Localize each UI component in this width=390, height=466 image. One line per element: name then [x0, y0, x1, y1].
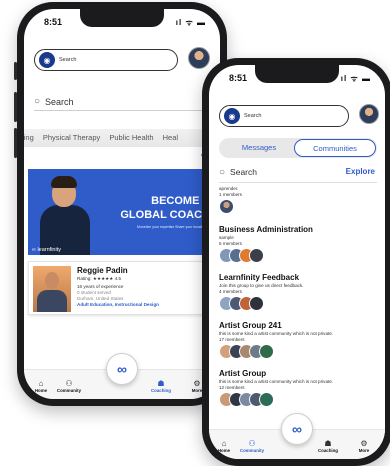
become-coach-banner[interactable]: BECOME A GLOBAL COACH Monetize your expe…: [28, 169, 216, 255]
top-bar: ◉ Search: [219, 103, 379, 129]
top-search-pill[interactable]: ◉ Search: [34, 49, 178, 71]
community-title: Business Administration: [219, 225, 313, 234]
search-icon: ◉: [39, 52, 55, 68]
community-icon: ⚇: [65, 379, 73, 388]
coach-illustration: [38, 175, 90, 255]
community-item[interactable]: Artist Group 241 this is some kind a art…: [219, 321, 379, 360]
tab-messages[interactable]: Messages: [219, 139, 299, 157]
search-input[interactable]: ○ Search: [219, 163, 323, 181]
front-phone-screen: 8:51 ıl ᯤ ▬ ◉ Search Messages Communitie…: [209, 65, 385, 459]
nav-more[interactable]: ⚙ More: [349, 439, 379, 453]
community-title: Artist Group: [219, 369, 267, 378]
coach-experience: 16 years of experience: [77, 283, 124, 289]
member-avatars: [219, 248, 379, 264]
phone-notch: [255, 65, 339, 83]
phone-side-button: [14, 92, 17, 122]
tab-communities[interactable]: Communities: [294, 139, 376, 157]
avatar: [259, 344, 274, 359]
search-icon: ○: [219, 166, 226, 178]
top-search-pill[interactable]: ◉ Search: [219, 105, 349, 127]
app-mockup-stage: 8:51 ıl ᯤ ▬ ◉ Search ○ Search ying Physi…: [0, 0, 390, 466]
coach-name: Reggie Padin: [77, 266, 128, 275]
home-icon: ⌂: [38, 379, 44, 388]
community-item[interactable]: aprender. 1 members: [219, 185, 379, 215]
profile-avatar[interactable]: [359, 104, 379, 124]
avatar: [219, 199, 234, 214]
learnfinity-logo: ∞ learnfinity: [32, 247, 61, 253]
top-bar: ◉ Search: [34, 47, 210, 73]
member-avatars: [219, 296, 379, 312]
community-item[interactable]: Artist Group this is some kind a artist …: [219, 369, 379, 408]
nav-coaching[interactable]: ☗ Coaching: [313, 439, 343, 453]
search-placeholder: Search: [230, 167, 257, 177]
community-description: Join this group to give us direct feedba…: [219, 283, 304, 288]
coaching-icon: ☗: [157, 379, 165, 388]
coaching-icon: ☗: [324, 439, 332, 448]
community-description: this is some kind a artist community whi…: [219, 331, 334, 336]
back-phone-screen: 8:51 ıl ᯤ ▬ ◉ Search ○ Search ying Physi…: [24, 9, 220, 399]
learnfinity-fab[interactable]: ∞: [281, 413, 313, 445]
top-search-label: Search: [59, 57, 77, 63]
search-icon: ○: [34, 96, 41, 107]
divider: [219, 182, 377, 183]
status-icons: ıl ᯤ ▬: [175, 18, 206, 27]
community-member-count: 5 members: [219, 241, 242, 246]
community-title: Learnfinity Feedback: [219, 273, 300, 282]
status-icons: ıl ᯤ ▬: [340, 74, 371, 83]
member-avatars: [219, 344, 379, 360]
home-icon: ⌂: [221, 439, 227, 448]
community-description: this is some kind a artist community whi…: [219, 379, 334, 384]
top-search-label: Search: [244, 113, 262, 119]
category-chip[interactable]: Public Health: [109, 133, 153, 142]
phone-side-button: [14, 128, 17, 158]
community-item[interactable]: Business Administration sample 5 members: [219, 225, 379, 264]
coach-card[interactable]: Reggie Padin Rating: ★★★★★ 4.5 16 years …: [28, 261, 216, 315]
community-member-count: 17 members: [219, 337, 245, 342]
search-input[interactable]: ○ Search: [34, 93, 210, 111]
community-member-count: 4 members: [219, 289, 242, 294]
coach-photo: [33, 266, 71, 312]
category-chips: ying Physical Therapy Public Health Heal: [24, 129, 220, 147]
front-phone: 8:51 ıl ᯤ ▬ ◉ Search Messages Communitie…: [202, 58, 390, 466]
explore-link[interactable]: Explore: [346, 167, 375, 176]
nav-community[interactable]: ⚇ Community: [54, 379, 84, 393]
category-chip[interactable]: Physical Therapy: [43, 133, 100, 142]
learnfinity-fab[interactable]: ∞: [106, 353, 138, 385]
community-description: sample: [219, 235, 234, 240]
search-placeholder: Search: [45, 96, 74, 107]
coach-info: Reggie Padin Rating: ★★★★★ 4.5 16 years …: [77, 266, 213, 307]
nav-community[interactable]: ⚇ Community: [237, 439, 267, 453]
community-title: Artist Group 241: [219, 321, 282, 330]
banner-title-line2: GLOBAL COACH: [120, 209, 210, 221]
community-member-count: 1 members: [219, 192, 242, 197]
nav-home[interactable]: ⌂ Home: [26, 379, 56, 393]
community-item[interactable]: Learnfinity Feedback Join this group to …: [219, 273, 379, 312]
coach-served: 0 student served: [77, 289, 111, 295]
nav-coaching[interactable]: ☗ Coaching: [146, 379, 176, 393]
tab-bar: Messages Communities: [219, 138, 377, 158]
category-chip[interactable]: ying: [24, 133, 34, 142]
back-phone: 8:51 ıl ᯤ ▬ ◉ Search ○ Search ying Physi…: [14, 2, 227, 406]
nav-home[interactable]: ⌂ Home: [209, 439, 239, 453]
avatar: [249, 296, 264, 311]
phone-notch: [80, 9, 164, 27]
banner-subtitle: Monetize your expertise Share your knowl…: [137, 225, 210, 229]
settings-icon: ⚙: [360, 439, 368, 448]
coach-location: Durham, United States: [77, 296, 124, 302]
profile-avatar[interactable]: [188, 47, 210, 69]
member-avatars: [219, 392, 379, 408]
category-chip[interactable]: Heal: [163, 133, 178, 142]
community-member-count: 12 members: [219, 385, 245, 390]
community-description: aprender.: [219, 186, 239, 191]
avatar: [249, 248, 264, 263]
search-icon: ◉: [224, 108, 240, 124]
status-time: 8:51: [44, 17, 63, 27]
avatar: [259, 392, 274, 407]
status-time: 8:51: [229, 73, 248, 83]
coach-tags: Adult Education, Instructional Design: [77, 302, 159, 308]
coach-rating: Rating: ★★★★★ 4.5: [77, 276, 122, 282]
member-avatars: [219, 199, 379, 215]
community-icon: ⚇: [248, 439, 256, 448]
phone-side-button: [14, 62, 17, 80]
